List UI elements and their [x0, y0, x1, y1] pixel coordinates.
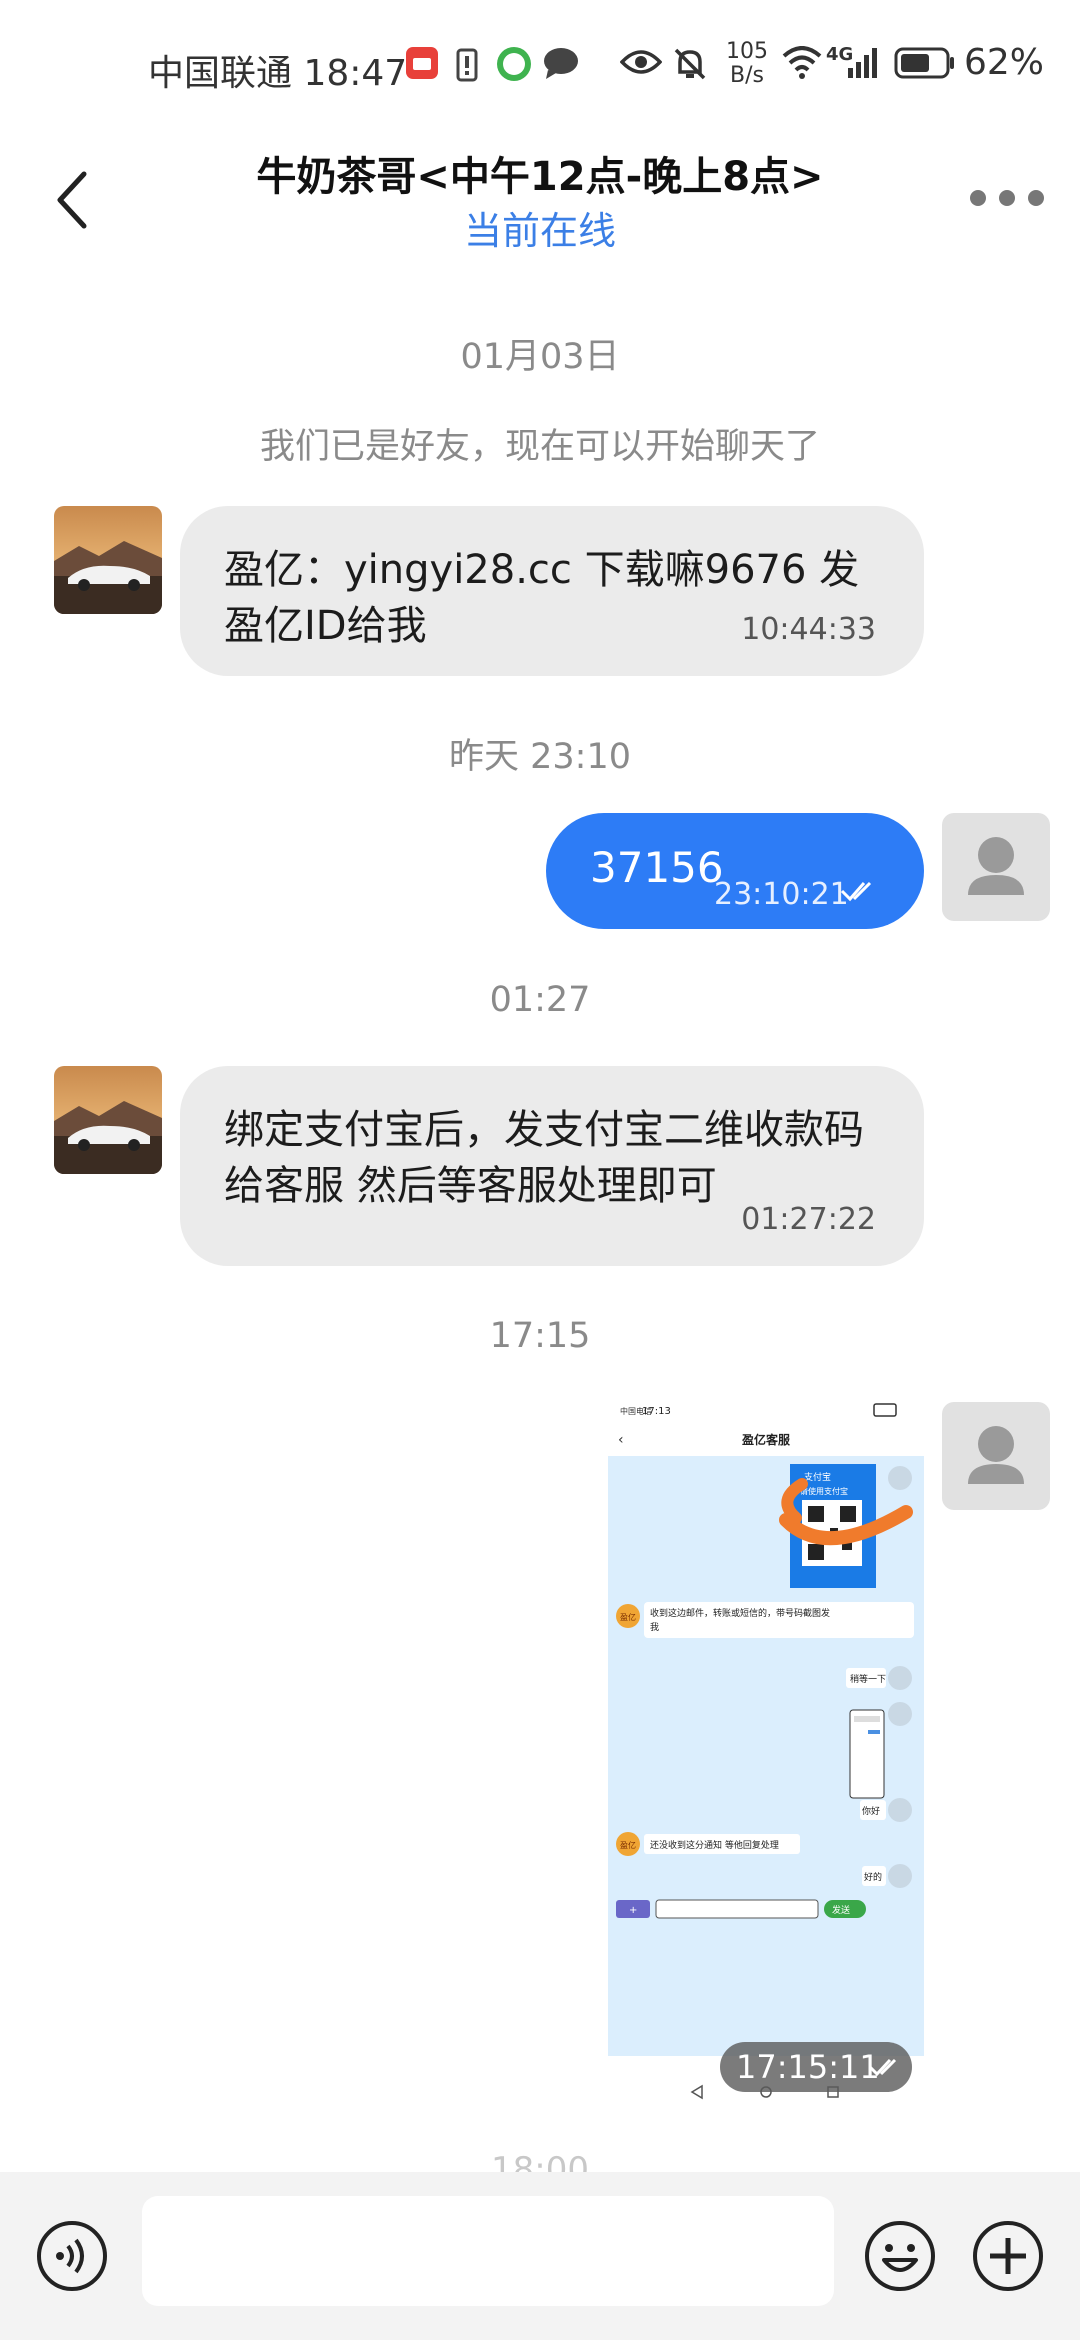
svg-text:+: + [629, 1905, 637, 1916]
read-double-check-icon [840, 881, 872, 902]
default-person-icon [968, 1426, 1024, 1484]
message-time: 17:15:11 [736, 2048, 880, 2086]
message-time: 01:27:22 [741, 1202, 876, 1237]
date-separator: 昨天 23:10 [449, 737, 631, 777]
chat-title: 牛奶茶哥<中午12点-晚上8点> [256, 154, 824, 200]
signal-icon [848, 48, 877, 78]
add-attachment-icon[interactable] [970, 2218, 1046, 2294]
svg-text:收到这边邮件，转账或短信的，带号码截图发: 收到这边邮件，转账或短信的，带号码截图发 [650, 1607, 830, 1619]
svg-text:发送: 发送 [832, 1904, 850, 1916]
message-time: 10:44:33 [741, 612, 876, 647]
wifi-icon [782, 46, 822, 79]
svg-text:盈亿: 盈亿 [620, 1612, 636, 1622]
default-person-icon [968, 837, 1024, 895]
user-avatar[interactable] [942, 813, 1050, 921]
voice-input-icon[interactable] [34, 2218, 110, 2294]
svg-text:还没收到这分通知 等他回复处理: 还没收到这分通知 等他回复处理 [650, 1839, 779, 1851]
sports-car-image [54, 506, 162, 614]
friend-notice: 我们已是好友，现在可以开始聊天了 [259, 427, 820, 467]
svg-text:支付宝: 支付宝 [804, 1471, 831, 1483]
eye-icon [620, 50, 662, 74]
network-speed: 105 B/s [726, 39, 768, 88]
svg-text:盈亿客服: 盈亿客服 [741, 1432, 791, 1447]
image-time-badge: 17:15:11 [720, 2042, 912, 2092]
svg-text:好的: 好的 [864, 1871, 882, 1883]
battery-icon [894, 47, 954, 79]
battery-alert-icon [456, 48, 478, 82]
emoji-icon[interactable] [862, 2218, 938, 2294]
huawei-store-icon [406, 47, 438, 79]
mute-bell-icon [674, 48, 706, 80]
message-icon [544, 48, 578, 79]
incoming-message-bubble[interactable]: 绑定支付宝后，发支付宝二维收款码给客服 然后等客服处理即可 01:27:22 [180, 1066, 924, 1266]
svg-text:盈亿: 盈亿 [620, 1840, 636, 1850]
svg-text:你好: 你好 [862, 1805, 880, 1817]
incoming-message-bubble[interactable]: 盈亿：yingyi28.cc 下载嘛9676 发盈亿ID给我 10:44:33 [180, 506, 924, 676]
contact-avatar[interactable] [54, 1066, 162, 1174]
svg-text:我: 我 [650, 1622, 659, 1633]
contact-avatar[interactable] [54, 506, 162, 614]
image-message[interactable]: 中国电信 17:13 ‹ 盈亿客服 支付宝 请使用支付宝 盈亿 收到这边邮件，转… [606, 1400, 926, 2102]
status-carrier: 中国联通 18:47 [148, 53, 408, 94]
svg-text:稍等一下: 稍等一下 [850, 1673, 886, 1685]
outgoing-message-bubble[interactable]: 37156 23:10:21 [546, 813, 924, 929]
more-options-icon[interactable] [962, 178, 1052, 218]
pop-app-icon [497, 47, 531, 81]
date-separator: 01:27 [489, 980, 591, 1020]
battery-percent: 62% [964, 42, 1045, 83]
status-bar: 中国联通 18:47 105 B/s 4G 62% [0, 0, 1080, 130]
chat-screenshot-image: 中国电信 17:13 ‹ 盈亿客服 支付宝 请使用支付宝 盈亿 收到这边邮件，转… [606, 1400, 926, 2102]
chat-header: 牛奶茶哥<中午12点-晚上8点> 当前在线 [0, 130, 1080, 280]
message-input-bar [0, 2172, 1080, 2340]
svg-text:请使用支付宝: 请使用支付宝 [800, 1486, 848, 1496]
svg-text:17:13: 17:13 [642, 1406, 671, 1417]
message-text: 37156 [590, 843, 724, 892]
online-status: 当前在线 [463, 209, 616, 253]
svg-text:‹: ‹ [618, 1432, 624, 1448]
date-separator: 01月03日 [460, 337, 620, 377]
user-avatar[interactable] [942, 1402, 1050, 1510]
message-input[interactable] [142, 2196, 834, 2306]
sports-car-image [54, 1066, 162, 1174]
date-separator: 17:15 [489, 1316, 591, 1356]
read-double-check-icon [868, 2058, 897, 2077]
message-time: 23:10:21 [714, 877, 849, 912]
